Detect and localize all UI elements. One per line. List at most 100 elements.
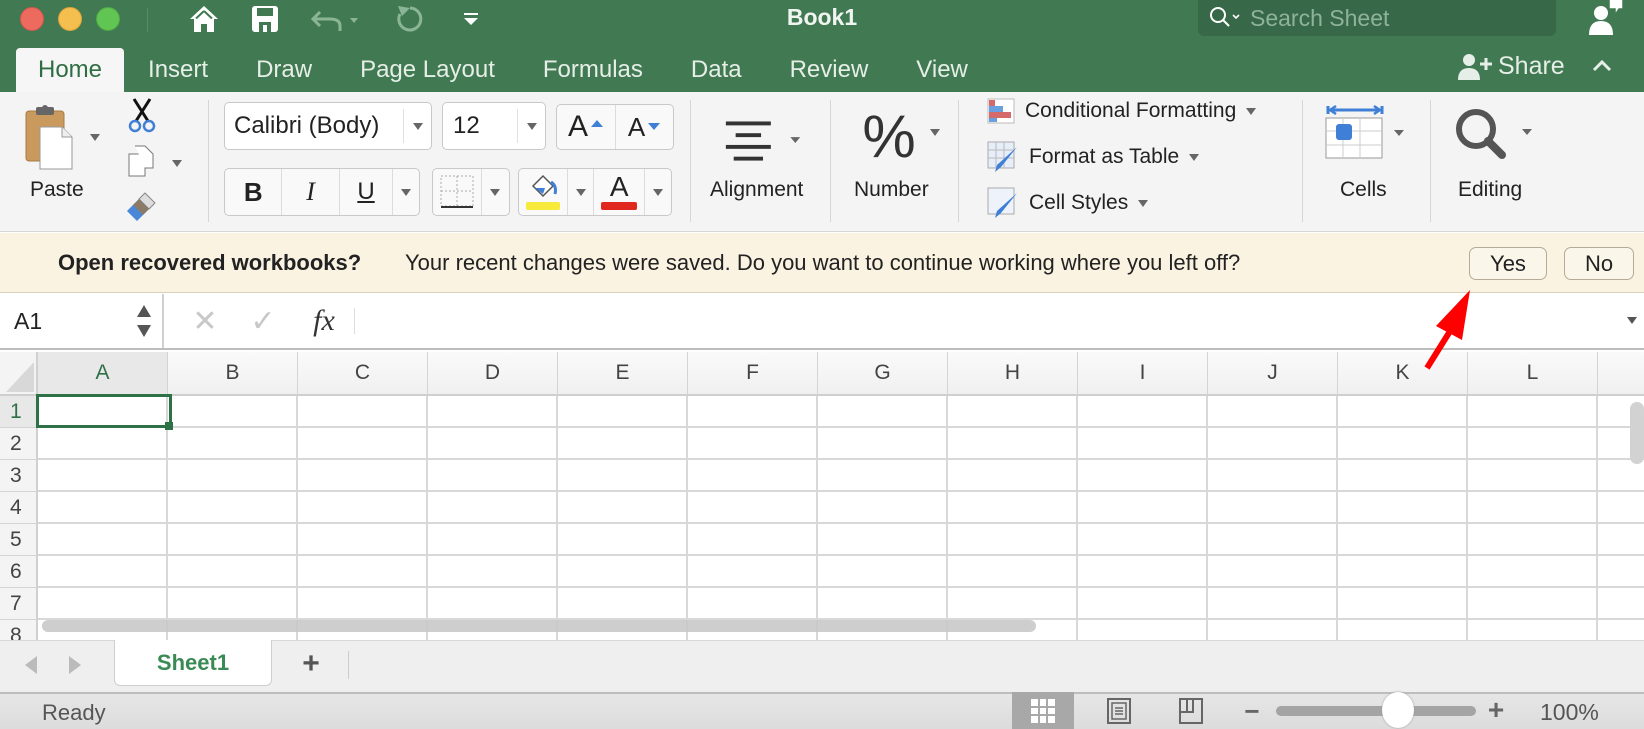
cell-B7[interactable] [168, 588, 298, 620]
tab-home[interactable]: Home [16, 48, 125, 92]
cell-B2[interactable] [168, 428, 298, 460]
cell-J1[interactable] [1208, 396, 1338, 428]
zoom-level[interactable]: 100% [1540, 699, 1599, 726]
cell-H7[interactable] [948, 588, 1078, 620]
number-format-button[interactable]: % [856, 103, 946, 170]
cell-K5[interactable] [1338, 524, 1468, 556]
tab-formulas[interactable]: Formulas [519, 48, 667, 92]
insert-function-button[interactable]: fx [304, 302, 344, 340]
comments-button[interactable] [1586, 0, 1626, 35]
cell-J8[interactable] [1208, 620, 1338, 640]
cell-F5[interactable] [688, 524, 818, 556]
column-header-G[interactable]: G [818, 352, 948, 396]
column-header-H[interactable]: H [948, 352, 1078, 396]
tab-draw[interactable]: Draw [232, 48, 336, 92]
font-size-field[interactable]: 12 [442, 102, 546, 150]
cell-K7[interactable] [1338, 588, 1468, 620]
cell-D1[interactable] [428, 396, 558, 428]
cell-J2[interactable] [1208, 428, 1338, 460]
decrease-font-size-button[interactable]: A [616, 105, 673, 149]
cell-partial[interactable] [1598, 588, 1644, 620]
bold-button[interactable]: B [225, 169, 283, 215]
copy-dropdown[interactable] [170, 156, 184, 170]
borders-dropdown[interactable] [482, 169, 509, 215]
underline-button[interactable]: U [340, 169, 394, 215]
horizontal-scrollbar[interactable] [42, 620, 1036, 632]
cell-D4[interactable] [428, 492, 558, 524]
increase-font-size-button[interactable]: A [557, 105, 616, 149]
cut-button[interactable] [124, 98, 160, 133]
share-button[interactable]: Share [1458, 50, 1565, 82]
cell-E1[interactable] [558, 396, 688, 428]
cell-I4[interactable] [1078, 492, 1208, 524]
cell-I2[interactable] [1078, 428, 1208, 460]
vertical-scrollbar[interactable] [1630, 402, 1644, 464]
cell-F1[interactable] [688, 396, 818, 428]
cell-C3[interactable] [298, 460, 428, 492]
cell-A5[interactable] [38, 524, 168, 556]
cell-G2[interactable] [818, 428, 948, 460]
cell-J3[interactable] [1208, 460, 1338, 492]
cell-L1[interactable] [1468, 396, 1598, 428]
cell-partial[interactable] [1598, 620, 1644, 640]
cell-L4[interactable] [1468, 492, 1598, 524]
cell-L5[interactable] [1468, 524, 1598, 556]
cell-E2[interactable] [558, 428, 688, 460]
font-color-dropdown[interactable] [645, 169, 671, 215]
expand-formula-bar-button[interactable] [1624, 312, 1640, 328]
cell-H5[interactable] [948, 524, 1078, 556]
name-box[interactable]: A1 [0, 294, 164, 348]
font-name-dropdown[interactable] [403, 109, 431, 143]
cell-K2[interactable] [1338, 428, 1468, 460]
row-header-6[interactable]: 6 [0, 556, 38, 588]
yes-button[interactable]: Yes [1469, 247, 1547, 280]
cells-button[interactable] [1324, 104, 1408, 166]
cell-D6[interactable] [428, 556, 558, 588]
cell-F6[interactable] [688, 556, 818, 588]
cell-L3[interactable] [1468, 460, 1598, 492]
cell-I3[interactable] [1078, 460, 1208, 492]
cell-H4[interactable] [948, 492, 1078, 524]
paste-dropdown[interactable] [88, 130, 102, 144]
column-header-C[interactable]: C [298, 352, 428, 396]
cell-partial[interactable] [1598, 524, 1644, 556]
cell-H3[interactable] [948, 460, 1078, 492]
page-break-view-button[interactable] [1176, 696, 1206, 726]
fill-color-button[interactable] [519, 169, 569, 215]
row-header-8[interactable]: 8 [0, 620, 38, 640]
cell-H6[interactable] [948, 556, 1078, 588]
column-header-E[interactable]: E [558, 352, 688, 396]
cell-B4[interactable] [168, 492, 298, 524]
row-header-4[interactable]: 4 [0, 492, 38, 524]
cell-E7[interactable] [558, 588, 688, 620]
cell-H2[interactable] [948, 428, 1078, 460]
tab-data[interactable]: Data [667, 48, 766, 92]
zoom-out-button[interactable]: − [1240, 696, 1264, 726]
cell-partial[interactable] [1598, 556, 1644, 588]
cell-C6[interactable] [298, 556, 428, 588]
tab-review[interactable]: Review [766, 48, 893, 92]
row-header-3[interactable]: 3 [0, 460, 38, 492]
next-sheet-button[interactable] [64, 653, 86, 677]
zoom-in-button[interactable]: + [1484, 694, 1508, 725]
cell-partial[interactable] [1598, 460, 1644, 492]
column-header-A[interactable]: A [38, 352, 168, 396]
cell-H1[interactable] [948, 396, 1078, 428]
borders-button[interactable] [433, 169, 482, 215]
cell-I8[interactable] [1078, 620, 1208, 640]
cell-D7[interactable] [428, 588, 558, 620]
cell-F7[interactable] [688, 588, 818, 620]
cell-A2[interactable] [38, 428, 168, 460]
row-header-5[interactable]: 5 [0, 524, 38, 556]
cell-K4[interactable] [1338, 492, 1468, 524]
font-size-dropdown[interactable] [517, 109, 545, 143]
cell-C2[interactable] [298, 428, 428, 460]
tab-page-layout[interactable]: Page Layout [336, 48, 519, 92]
cell-L7[interactable] [1468, 588, 1598, 620]
zoom-slider-thumb[interactable] [1382, 692, 1414, 728]
cell-G1[interactable] [818, 396, 948, 428]
page-layout-view-button[interactable] [1104, 696, 1134, 726]
paste-button[interactable] [22, 102, 78, 172]
cell-A3[interactable] [38, 460, 168, 492]
conditional-formatting-button[interactable]: Conditional Formatting [987, 96, 1257, 126]
